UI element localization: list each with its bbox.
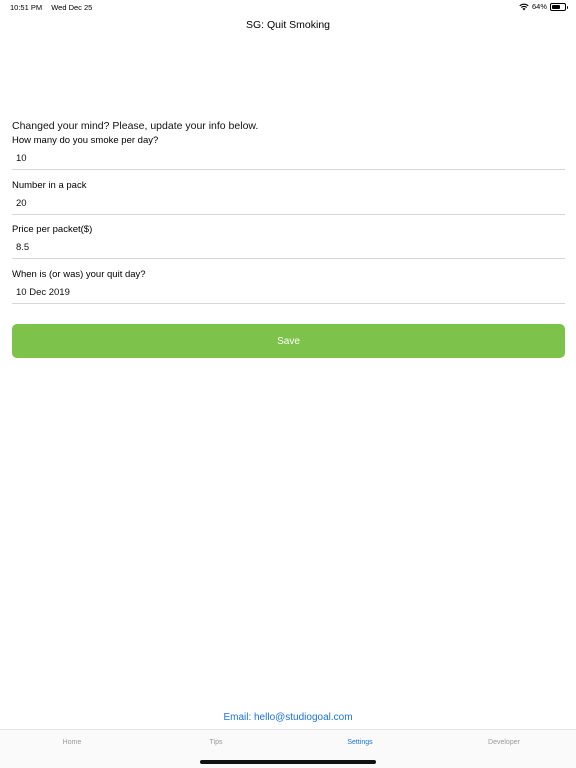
page-title: SG: Quit Smoking: [245, 19, 331, 31]
quit-day-label: When is (or was) your quit day?: [12, 269, 146, 280]
status-right: 64%: [519, 2, 568, 11]
status-date: Wed Dec 25: [51, 3, 93, 12]
price-per-packet-label: Price per packet($): [12, 224, 93, 235]
pack-size-label: Number in a pack: [12, 180, 87, 191]
status-time: 10:51 PM: [10, 3, 43, 12]
smoke-per-day-input[interactable]: [12, 148, 565, 170]
battery-icon: [550, 2, 568, 11]
email-link[interactable]: Email: hello@studiogoal.com: [0, 712, 576, 723]
quit-day-input[interactable]: [12, 282, 565, 304]
quit-day-field: When is (or was) your quit day?: [12, 268, 565, 304]
price-per-packet-field: Price per packet($): [12, 223, 565, 259]
pack-size-input[interactable]: [12, 193, 565, 215]
battery-fill: [552, 4, 560, 9]
tab-bar: Home Tips Settings Developer: [0, 729, 576, 768]
home-indicator[interactable]: [200, 760, 376, 764]
smoke-per-day-field: How many do you smoke per day?: [12, 134, 565, 170]
tab-developer[interactable]: Developer: [432, 730, 576, 768]
battery-percent: 64%: [531, 2, 547, 11]
smoke-per-day-label: How many do you smoke per day?: [12, 135, 159, 146]
status-bar: 10:51 PM Wed Dec 25 64%: [0, 0, 576, 14]
status-left: 10:51 PM Wed Dec 25: [10, 3, 99, 12]
wifi-icon: [519, 3, 529, 10]
tab-home[interactable]: Home: [0, 730, 144, 768]
pack-size-field: Number in a pack: [12, 179, 565, 215]
save-button[interactable]: Save: [12, 324, 565, 358]
intro-text: Changed your mind? Please, update your i…: [12, 120, 259, 132]
price-per-packet-input[interactable]: [12, 237, 565, 259]
